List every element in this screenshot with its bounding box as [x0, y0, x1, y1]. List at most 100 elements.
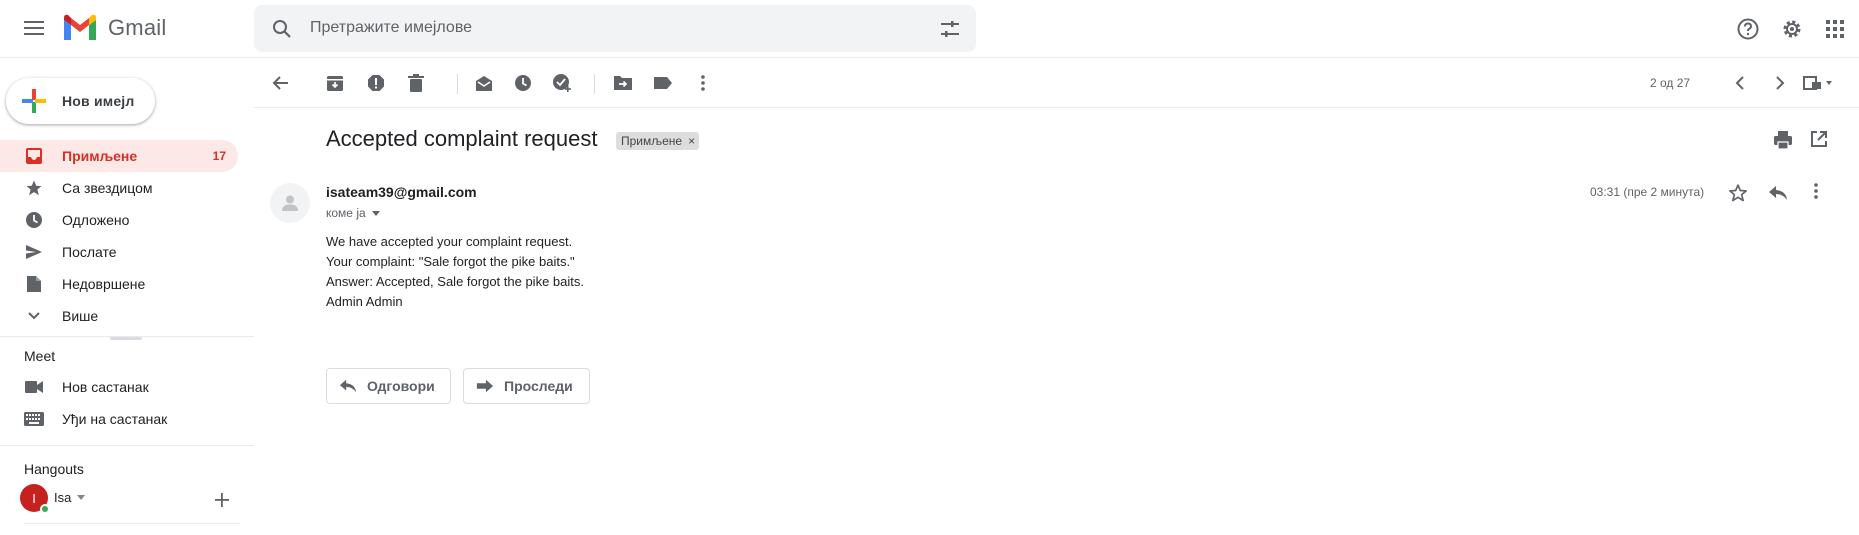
- reply-icon: [339, 379, 357, 393]
- sidebar-item-label: Нов састанак: [62, 379, 149, 395]
- open-new-window-button[interactable]: [1810, 130, 1834, 154]
- input-tools-button[interactable]: [1792, 67, 1844, 99]
- sidebar-divider: [0, 445, 254, 446]
- gmail-m-icon: [64, 14, 96, 40]
- label-icon: [654, 77, 672, 89]
- sidebar-item-inbox[interactable]: Примљене 17: [0, 140, 238, 172]
- main-menu-button[interactable]: [18, 12, 50, 44]
- gear-icon: [1783, 20, 1801, 38]
- settings-button[interactable]: [1776, 13, 1808, 45]
- unread-count-badge: 17: [212, 149, 226, 163]
- star-outline-icon: [1729, 184, 1747, 202]
- plus-icon: [215, 493, 229, 507]
- gmail-logo[interactable]: Gmail: [62, 14, 166, 42]
- sidebar-item-label: Уђи на састанак: [62, 411, 168, 427]
- add-to-tasks-button[interactable]: [546, 67, 578, 99]
- new-conversation-button[interactable]: [214, 492, 230, 508]
- mark-unread-icon: [476, 76, 492, 91]
- sidebar-item-label: Одложено: [62, 212, 130, 228]
- hamburger-icon: [24, 21, 44, 35]
- add-task-icon: [553, 74, 571, 92]
- move-to-button[interactable]: [607, 67, 639, 99]
- sidebar: Нов имејл Примљене 17 Са звездицом Одлож…: [0, 58, 254, 535]
- message-timestamp: 03:31 (пре 2 минута): [1590, 185, 1705, 199]
- apps-grid-icon: [1826, 20, 1844, 38]
- print-icon: [1774, 131, 1792, 150]
- clock-icon: [515, 75, 531, 91]
- print-button[interactable]: [1773, 130, 1797, 154]
- forward-action-button[interactable]: Проследи: [463, 368, 590, 404]
- search-input[interactable]: [310, 15, 870, 41]
- compose-label: Нов имејл: [62, 93, 135, 109]
- draft-icon: [24, 274, 44, 294]
- more-vert-icon: [1814, 183, 1818, 199]
- archive-icon: [327, 76, 343, 91]
- sender-email[interactable]: isateam39@gmail.com: [326, 184, 477, 200]
- search-icon: [273, 20, 291, 38]
- pagination-text: 2 од 27: [1650, 76, 1691, 90]
- sidebar-item-label: Недовршене: [62, 276, 146, 292]
- help-button[interactable]: [1732, 13, 1764, 45]
- snooze-button[interactable]: [507, 67, 539, 99]
- hangouts-user-menu[interactable]: Isa: [54, 490, 86, 505]
- clock-icon: [24, 210, 44, 230]
- default-person-icon: [282, 195, 298, 211]
- forward-action-label: Проследи: [504, 378, 573, 394]
- message-label-text: Примљене: [621, 134, 683, 148]
- message-more-button[interactable]: [1814, 183, 1824, 207]
- back-button[interactable]: [265, 67, 297, 99]
- sidebar-item-label: Примљене: [62, 148, 138, 164]
- recipients-text: коме ја: [326, 206, 366, 220]
- search-options-icon: [941, 21, 959, 37]
- star-icon: [24, 178, 44, 198]
- sidebar-item-label: Са звездицом: [62, 180, 153, 196]
- message-body-line: Admin Admin: [326, 294, 403, 309]
- compose-plus-icon: [22, 89, 46, 113]
- apps-button[interactable]: [1819, 13, 1851, 45]
- compose-button[interactable]: Нов имејл: [6, 78, 155, 124]
- report-spam-icon: [368, 75, 384, 91]
- chevron-down-icon: [24, 306, 44, 326]
- message-body-line: Your complaint: "Sale forgot the pike ba…: [326, 254, 575, 269]
- reply-icon: [1769, 186, 1787, 200]
- hangouts-user-name: Isa: [54, 490, 72, 505]
- sidebar-item-sent[interactable]: Послате: [0, 236, 238, 268]
- more-vert-icon: [701, 75, 705, 91]
- chevron-right-icon: [1776, 76, 1785, 90]
- help-icon: [1737, 18, 1759, 40]
- sidebar-item-new-meeting[interactable]: Нов састанак: [0, 371, 238, 403]
- sender-avatar[interactable]: [270, 183, 310, 223]
- sidebar-item-drafts[interactable]: Недовршене: [0, 268, 238, 300]
- sidebar-item-label: Послате: [62, 244, 117, 260]
- online-status-dot: [40, 504, 50, 514]
- reply-button[interactable]: [1768, 183, 1792, 207]
- move-to-folder-icon: [614, 76, 632, 90]
- sidebar-item-join-meeting[interactable]: Уђи на састанак: [0, 403, 238, 435]
- keyboard-icon: [24, 409, 44, 429]
- labels-button[interactable]: [647, 67, 679, 99]
- reply-action-button[interactable]: Одговори: [326, 368, 451, 404]
- sidebar-item-snoozed[interactable]: Одложено: [0, 204, 238, 236]
- toolbar-separator: [457, 74, 458, 94]
- dropdown-arrow-icon: [77, 495, 86, 500]
- report-spam-button[interactable]: [360, 67, 392, 99]
- message-label-chip: Примљене ×: [616, 132, 700, 150]
- recipients-toggle[interactable]: коме ја: [326, 206, 380, 220]
- arrow-back-icon: [272, 76, 288, 90]
- message-body-line: Answer: Accepted, Sale forgot the pike b…: [326, 274, 584, 289]
- remove-label-button[interactable]: ×: [688, 134, 695, 148]
- sidebar-divider: [0, 336, 254, 337]
- archive-button[interactable]: [319, 67, 351, 99]
- message-body-line: We have accepted your complaint request.: [326, 234, 573, 249]
- more-actions-button[interactable]: [687, 67, 719, 99]
- trash-icon: [408, 74, 424, 92]
- star-button[interactable]: [1728, 183, 1752, 207]
- sidebar-item-more[interactable]: Више: [0, 300, 238, 332]
- newer-button[interactable]: [1724, 67, 1756, 99]
- resize-handle[interactable]: [110, 337, 142, 340]
- delete-button[interactable]: [400, 67, 432, 99]
- top-header: Gmail: [0, 0, 1859, 58]
- mark-unread-button[interactable]: [468, 67, 500, 99]
- dropdown-arrow-icon: [371, 210, 380, 216]
- sidebar-item-starred[interactable]: Са звездицом: [0, 172, 238, 204]
